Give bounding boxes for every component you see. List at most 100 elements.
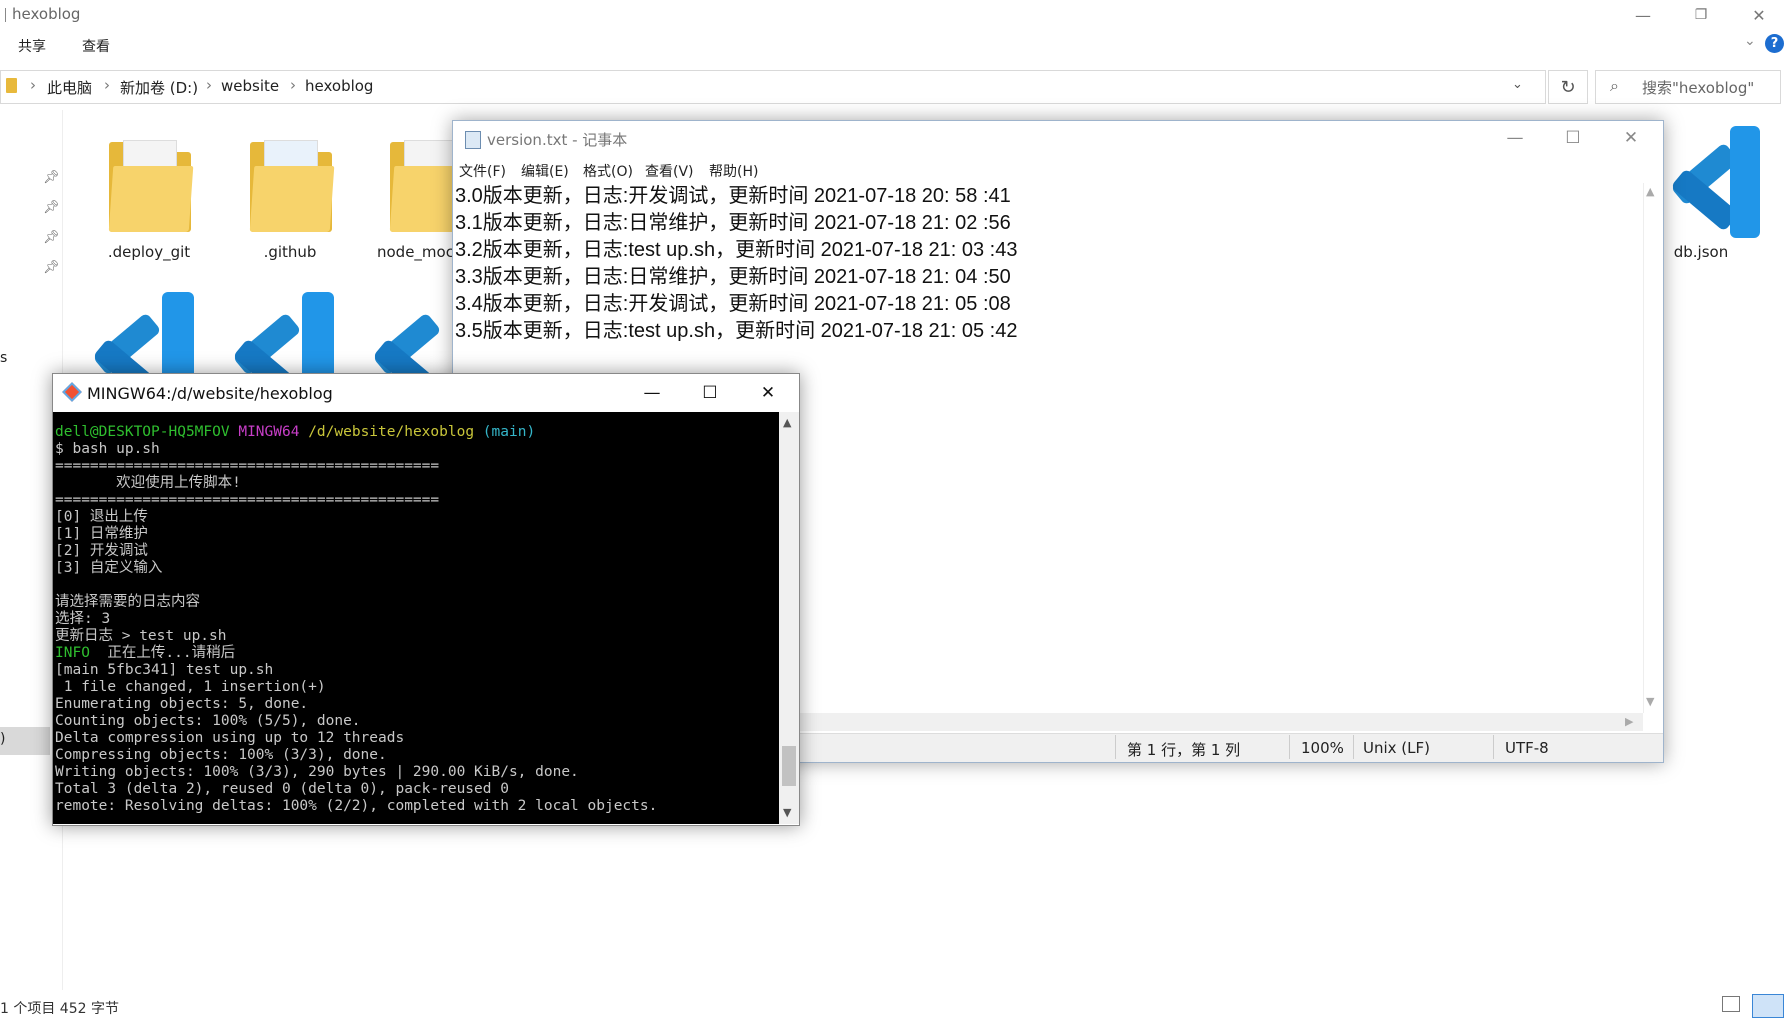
file-name[interactable]: node_moc [377, 243, 454, 261]
nav-item-selected[interactable] [0, 727, 50, 755]
maximize-button[interactable]: ☐ [681, 374, 739, 412]
close-button[interactable]: ✕ [1602, 121, 1660, 155]
terminal-line: 请选择需要的日志内容 [55, 594, 200, 610]
menu-format[interactable]: 格式(O) [583, 161, 633, 181]
menu-view[interactable]: 查看(V) [645, 161, 694, 181]
status-divider [1353, 735, 1354, 759]
prompt-path: /d/website/hexoblog [308, 424, 475, 440]
status-line-ending: Unix (LF) [1363, 739, 1430, 757]
nav-item-fragment[interactable]: s [0, 350, 7, 366]
breadcrumb-drive-d[interactable]: 新加卷 (D:) [120, 77, 198, 98]
notepad-titlebar [453, 121, 1663, 155]
help-icon[interactable]: ? [1765, 34, 1784, 53]
prompt-user: dell@DESKTOP-HQ5MFOV [55, 424, 230, 440]
close-button[interactable]: ✕ [1730, 0, 1786, 30]
info-line: INFO 正在上传...请稍后 [55, 645, 657, 662]
breadcrumb-website[interactable]: website [221, 77, 279, 95]
scroll-down-icon[interactable]: ▼ [783, 806, 791, 819]
address-dropdown-icon[interactable]: ⌄ [1512, 77, 1523, 92]
search-icon: ⌕ [1610, 76, 1619, 95]
nav-item-fragment[interactable]: ) [0, 731, 5, 747]
horizontal-scrollbar[interactable] [793, 713, 1643, 731]
ribbon-tab-share[interactable]: 共享 [18, 36, 46, 56]
vertical-scrollbar[interactable] [1643, 183, 1662, 713]
chevron-down-icon[interactable]: ⌄ [1744, 33, 1756, 49]
terminal-line: remote: Resolving deltas: 100% (2/2), co… [55, 798, 658, 814]
chevron-right-icon: › [104, 76, 110, 94]
pin-icon[interactable]: 📌︎ [43, 260, 60, 275]
minimize-button[interactable]: — [1486, 121, 1544, 155]
status-encoding: UTF-8 [1505, 739, 1549, 757]
file-name[interactable]: .deploy_git [84, 243, 214, 261]
menu-edit[interactable]: 编辑(E) [521, 161, 569, 181]
status-item-count: 1 个项目 452 字节 [0, 1001, 119, 1017]
terminal-line: 1 file changed, 1 insertion(+) [55, 679, 326, 695]
text-line: 3.5版本更新，日志:test up.sh，更新时间 2021-07-18 21… [455, 320, 1018, 342]
terminal-output[interactable]: dell@DESKTOP-HQ5MFOV MINGW64 /d/website/… [53, 412, 779, 824]
text-line: 3.0版本更新，日志:开发调试，更新时间 2021-07-18 20: 58 :… [455, 185, 1011, 207]
bash-title: MINGW64:/d/website/hexoblog [87, 384, 333, 403]
large-icons-view-icon[interactable] [1752, 994, 1784, 1018]
terminal-line: Counting objects: 100% (5/5), done. [55, 713, 361, 729]
explorer-titlebar [0, 0, 1786, 30]
terminal-line: Total 3 (delta 2), reused 0 (delta 0), p… [55, 781, 509, 797]
terminal-line: [3] 自定义输入 [55, 560, 163, 576]
text-line: 3.3版本更新，日志:日常维护，更新时间 2021-07-18 21: 04 :… [455, 266, 1011, 288]
scroll-up-icon[interactable]: ▲ [1646, 185, 1654, 198]
menu-file[interactable]: 文件(F) [459, 161, 506, 181]
refresh-icon[interactable]: ↻ [1548, 70, 1588, 104]
git-bash-window: MINGW64:/d/website/hexoblog — ☐ ✕ dell@D… [52, 373, 800, 826]
scrollbar-thumb[interactable] [782, 746, 796, 786]
terminal-lines: dell@DESKTOP-HQ5MFOV MINGW64 /d/website/… [55, 424, 657, 815]
terminal-line: ========================================… [55, 492, 440, 508]
terminal-line: 欢迎使用上传脚本! [55, 475, 241, 491]
ribbon-tab-view[interactable]: 查看 [82, 36, 110, 56]
minimize-button[interactable]: — [1614, 0, 1672, 30]
terminal-line: [1] 日常维护 [55, 526, 148, 542]
scroll-down-icon[interactable]: ▼ [1646, 695, 1654, 708]
status-divider [1115, 735, 1116, 759]
ribbon [0, 30, 1786, 58]
prompt-branch: (main) [482, 424, 536, 440]
menu-help[interactable]: 帮助(H) [709, 161, 758, 181]
terminal-line: 更新日志 > test up.sh [55, 628, 227, 644]
pin-icon[interactable]: 📌︎ [43, 170, 60, 185]
text-line: 3.1版本更新，日志:日常维护，更新时间 2021-07-18 21: 02 :… [455, 212, 1011, 234]
terminal-line: [0] 退出上传 [55, 509, 148, 525]
restore-button[interactable]: ❐ [1672, 0, 1730, 30]
info-text: 正在上传...请稍后 [89, 645, 236, 661]
terminal-line: [main 5fbc341] test up.sh [55, 662, 274, 678]
explorer-title: hexoblog [12, 5, 81, 23]
status-divider [1493, 735, 1494, 759]
scroll-up-icon[interactable]: ▲ [783, 416, 791, 429]
prompt-line: dell@DESKTOP-HQ5MFOV MINGW64 /d/website/… [55, 424, 657, 441]
pin-icon[interactable]: 📌︎ [43, 230, 60, 245]
notepad-menubar [453, 159, 1663, 181]
file-name[interactable]: .github [225, 243, 355, 261]
pin-icon[interactable]: 📌︎ [43, 200, 60, 215]
vscode-icon[interactable] [1660, 122, 1780, 238]
folder-icon [6, 78, 17, 93]
folder-icon[interactable] [249, 136, 335, 232]
terminal-line: Compressing objects: 100% (3/3), done. [55, 747, 387, 763]
prompt-env: MINGW64 [238, 424, 300, 440]
status-zoom: 100% [1301, 739, 1344, 757]
folder-icon[interactable] [108, 136, 194, 232]
minimize-button[interactable]: — [623, 374, 681, 412]
breadcrumb-this-pc[interactable]: 此电脑 [47, 77, 92, 98]
info-tag: INFO [55, 645, 90, 661]
terminal-line: 选择: 3 [55, 611, 111, 627]
terminal-line: Enumerating objects: 5, done. [55, 696, 309, 712]
title-divider [5, 8, 6, 22]
terminal-line: Writing objects: 100% (3/3), 290 bytes |… [55, 764, 579, 780]
scroll-right-icon[interactable]: ▶ [1625, 715, 1633, 728]
breadcrumb-hexoblog[interactable]: hexoblog [305, 77, 373, 95]
chevron-right-icon: › [290, 76, 296, 94]
terminal-line: $ bash up.sh [55, 441, 160, 457]
chevron-right-icon: › [206, 76, 212, 94]
details-view-icon[interactable] [1722, 996, 1740, 1012]
chevron-right-icon: › [30, 76, 36, 94]
maximize-button[interactable]: ☐ [1544, 121, 1602, 155]
close-button[interactable]: ✕ [739, 374, 797, 412]
